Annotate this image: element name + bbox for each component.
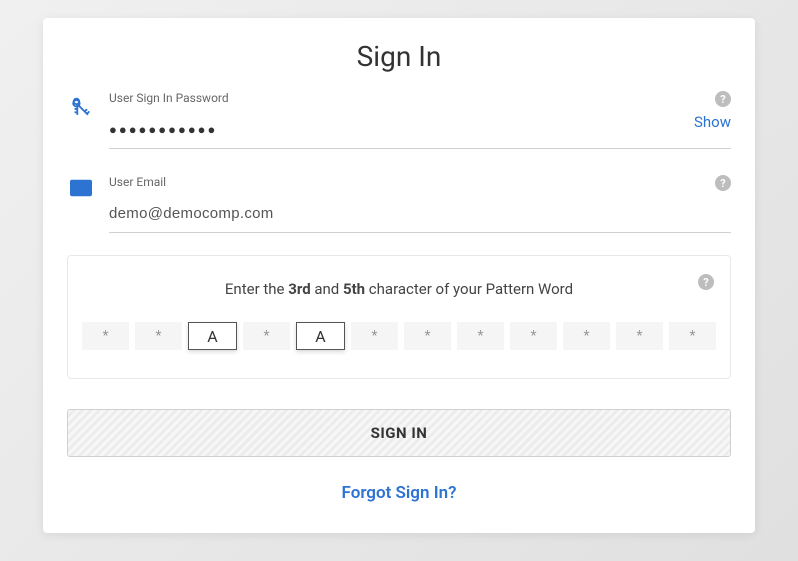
email-label: User Email: [109, 175, 731, 189]
pattern-cell-disabled: *: [135, 322, 182, 350]
email-row: User Email ?: [43, 175, 755, 233]
pattern-cell-disabled: *: [510, 322, 557, 350]
pattern-pos2: 5th: [343, 280, 365, 298]
password-row: User Sign In Password ? Show ●●●●●●●●●●●: [43, 91, 755, 149]
pattern-cell-disabled: *: [563, 322, 610, 350]
help-icon[interactable]: ?: [698, 274, 714, 290]
pattern-cell-disabled: *: [82, 322, 129, 350]
pattern-cell-disabled: *: [243, 322, 290, 350]
forgot-signin-link[interactable]: Forgot Sign In?: [43, 483, 755, 503]
pattern-prompt-text: Enter the: [225, 280, 288, 298]
page-title: Sign In: [43, 18, 755, 91]
signin-card: Sign In User Sign In Password ? Show ●●●…: [43, 18, 755, 533]
email-field-body: User Email ?: [109, 175, 731, 233]
password-input[interactable]: ●●●●●●●●●●●: [109, 123, 217, 138]
pattern-cell-disabled: *: [351, 322, 398, 350]
key-icon: [67, 95, 95, 117]
help-icon[interactable]: ?: [715, 91, 731, 107]
pattern-cell-disabled: *: [457, 322, 504, 350]
pattern-cell-input[interactable]: A: [188, 322, 237, 350]
pattern-prompt-text: and: [311, 280, 343, 298]
pattern-pos1: 3rd: [288, 280, 310, 298]
pattern-cell-disabled: *: [616, 322, 663, 350]
pattern-cells: **A*A*******: [82, 322, 716, 350]
pattern-cell-input[interactable]: A: [296, 322, 345, 350]
pattern-cell-disabled: *: [404, 322, 451, 350]
pattern-word-panel: ? Enter the 3rd and 5th character of you…: [67, 255, 731, 379]
signin-button[interactable]: SIGN IN: [67, 409, 731, 457]
show-password-link[interactable]: Show: [694, 113, 731, 131]
envelope-icon: [67, 179, 95, 197]
pattern-prompt-text: character of your Pattern Word: [365, 280, 573, 298]
pattern-prompt: Enter the 3rd and 5th character of your …: [82, 280, 716, 298]
help-icon[interactable]: ?: [715, 175, 731, 191]
email-input[interactable]: [109, 205, 731, 222]
password-field-body: User Sign In Password ? Show ●●●●●●●●●●●: [109, 91, 731, 149]
pattern-cell-disabled: *: [669, 322, 716, 350]
password-label: User Sign In Password: [109, 91, 731, 105]
